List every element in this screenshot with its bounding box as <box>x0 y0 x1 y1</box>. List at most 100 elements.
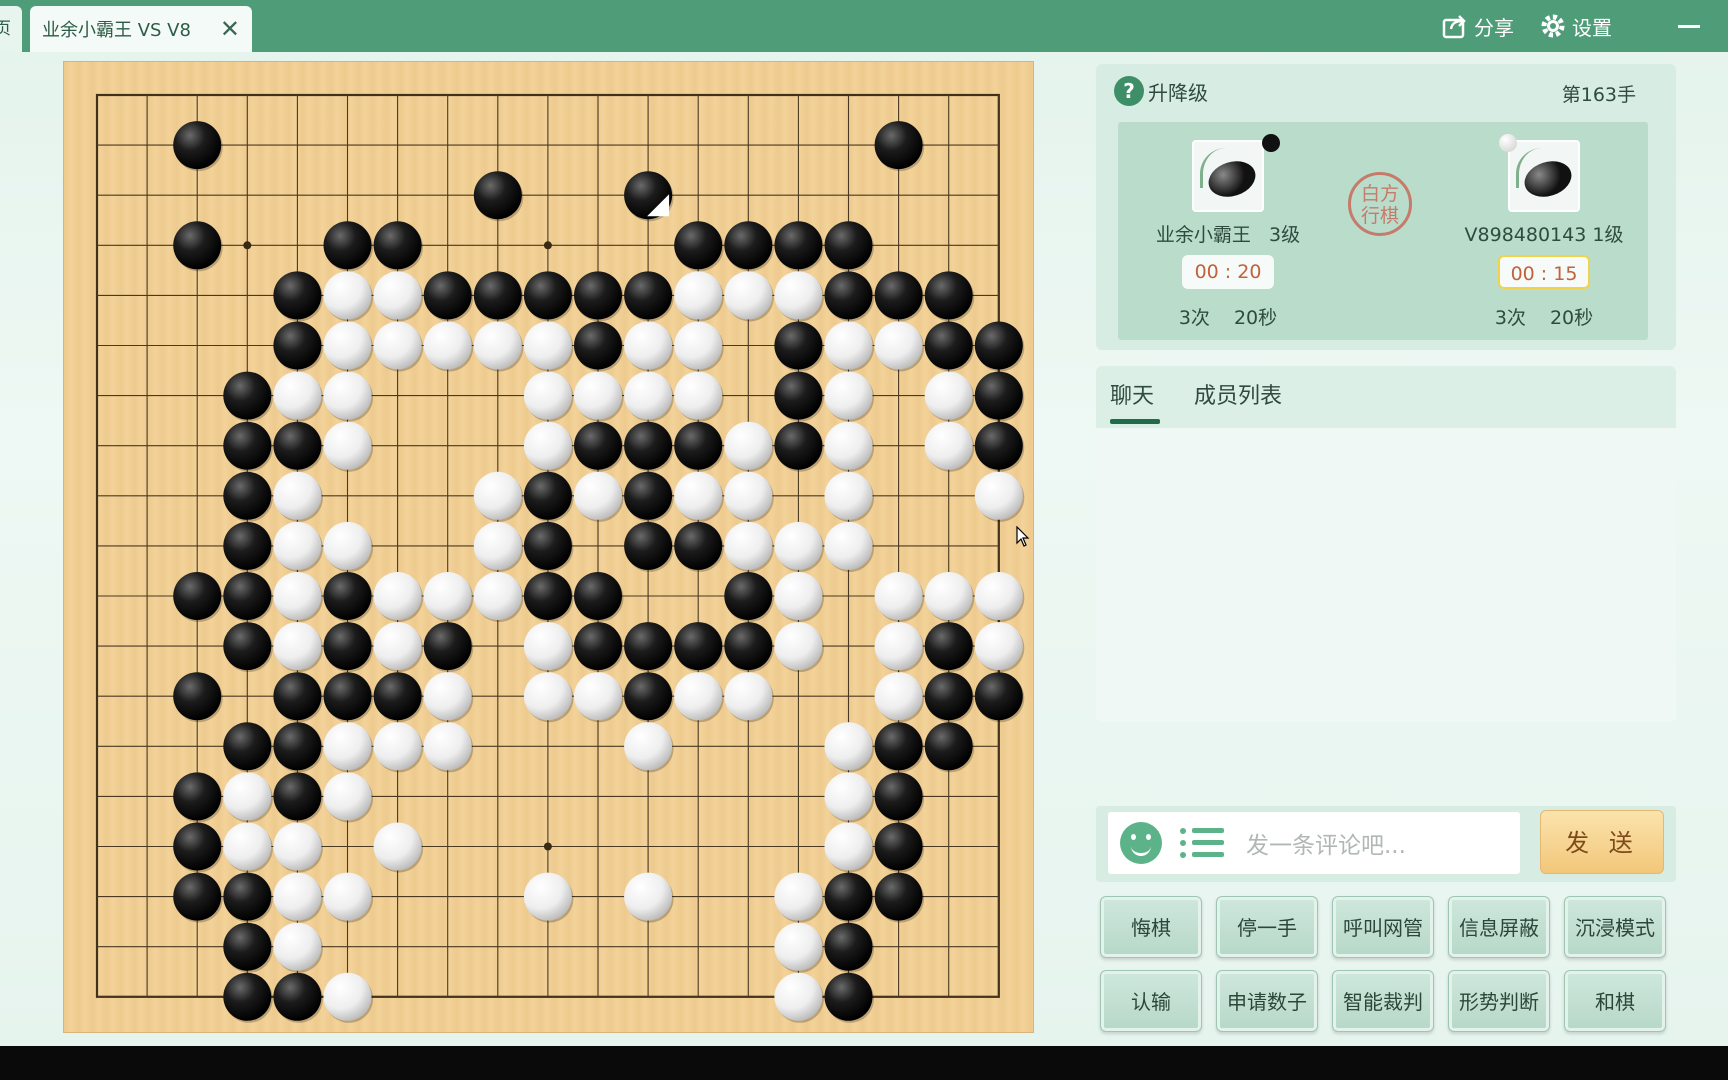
white-stone <box>824 471 873 520</box>
tab-chat[interactable]: 聊天 <box>1110 366 1161 428</box>
black-stone <box>774 321 823 370</box>
close-icon[interactable]: ✕ <box>220 15 240 43</box>
emoji-icon[interactable] <box>1120 822 1162 864</box>
black-stone <box>774 371 823 420</box>
black-stone <box>273 421 322 470</box>
board-grid[interactable] <box>64 62 1033 1032</box>
white-stone <box>674 271 723 320</box>
white-stone <box>924 371 973 420</box>
black-stone-icon <box>1262 134 1280 152</box>
list-icon[interactable] <box>1180 825 1224 861</box>
minimize-button[interactable] <box>1678 24 1700 28</box>
share-icon <box>1442 15 1466 39</box>
black-stone <box>724 221 773 270</box>
black-stone <box>974 672 1023 721</box>
black-stone <box>273 972 322 1021</box>
player-name: V898480143 <box>1464 224 1587 246</box>
level-help[interactable]: ? 升降级 <box>1114 76 1208 106</box>
white-stone <box>523 672 572 721</box>
draw-button[interactable]: 和棋 <box>1564 970 1666 1032</box>
black-stone <box>223 972 272 1021</box>
call-admin-button[interactable]: 呼叫网管 <box>1332 896 1434 958</box>
avatar[interactable] <box>1192 140 1264 212</box>
game-info-panel: ? 升降级 第163手 业余小霸王 3级 00 : 20 3次 20秒 白方 行棋… <box>1096 64 1676 350</box>
white-stone <box>774 572 823 620</box>
black-stone <box>974 371 1023 420</box>
tab-game[interactable]: 业余小霸王 VS V8 ✕ <box>30 6 252 52</box>
white-stone <box>323 772 372 821</box>
white-stone <box>724 672 773 721</box>
settings-button[interactable]: 设置 <box>1540 12 1612 41</box>
black-player: 业余小霸王 3级 00 : 20 3次 20秒 <box>1128 134 1328 330</box>
white-stone <box>273 521 322 570</box>
white-stone <box>523 421 572 470</box>
black-stone <box>674 521 723 570</box>
black-stone <box>223 421 272 470</box>
player-name-line: V898480143 1级 <box>1444 220 1644 247</box>
black-stone <box>223 572 272 620</box>
chat-tabs: 聊天 成员列表 <box>1096 366 1676 428</box>
black-stone <box>874 121 923 170</box>
black-stone <box>523 572 572 620</box>
resign-button[interactable]: 认输 <box>1100 970 1202 1032</box>
white-stone <box>774 922 823 971</box>
ai-judge-button[interactable]: 智能裁判 <box>1332 970 1434 1032</box>
black-stone <box>824 972 873 1021</box>
black-stone <box>674 622 723 671</box>
tab-members[interactable]: 成员列表 <box>1194 366 1282 428</box>
white-stone <box>674 321 723 370</box>
black-stone <box>273 321 322 370</box>
chat-panel: 聊天 成员列表 <box>1096 366 1676 722</box>
black-stone <box>173 822 222 871</box>
black-stone <box>574 321 622 370</box>
black-stone <box>874 271 923 320</box>
white-stone <box>624 722 673 771</box>
black-stone <box>874 772 923 821</box>
request-count-button[interactable]: 申请数子 <box>1216 970 1318 1032</box>
black-stone <box>173 221 222 270</box>
white-stone <box>624 321 673 370</box>
player-rank: 3级 <box>1269 224 1301 246</box>
white-stone <box>523 872 572 921</box>
black-stone <box>624 471 673 520</box>
black-stone <box>423 271 472 320</box>
immersive-mode-button[interactable]: 沉浸模式 <box>1564 896 1666 958</box>
white-stone <box>223 822 272 871</box>
share-button[interactable]: 分享 <box>1442 12 1514 41</box>
block-info-button[interactable]: 信息屏蔽 <box>1448 896 1550 958</box>
black-stone <box>774 421 823 470</box>
position-eval-button[interactable]: 形势判断 <box>1448 970 1550 1032</box>
avatar[interactable] <box>1508 140 1580 212</box>
white-stone <box>774 271 823 320</box>
bottom-bar <box>0 1046 1728 1080</box>
white-stone <box>874 321 923 370</box>
black-stone <box>323 672 372 721</box>
help-icon[interactable]: ? <box>1114 76 1144 106</box>
comment-input[interactable]: 发一条评论吧... <box>1108 812 1520 874</box>
go-board[interactable] <box>64 62 1033 1032</box>
send-button[interactable]: 发 送 <box>1540 810 1664 874</box>
black-stone <box>373 221 422 270</box>
white-stone <box>323 421 372 470</box>
tab-home[interactable]: 页 <box>0 6 22 52</box>
turn-indicator-seal: 白方 行棋 <box>1348 172 1412 236</box>
black-stone <box>523 271 572 320</box>
white-stone <box>423 722 472 771</box>
black-stone <box>974 421 1023 470</box>
white-stone <box>974 572 1023 620</box>
white-stone <box>273 371 322 420</box>
white-stone <box>724 521 773 570</box>
undo-button[interactable]: 悔棋 <box>1100 896 1202 958</box>
black-stone <box>173 772 222 821</box>
black-stone <box>473 271 522 320</box>
black-stone <box>924 672 973 721</box>
white-stone <box>824 321 873 370</box>
white-stone <box>574 471 622 520</box>
black-stone <box>223 471 272 520</box>
white-stone <box>774 622 823 671</box>
white-stone <box>323 371 372 420</box>
chat-messages[interactable] <box>1096 428 1676 722</box>
pass-button[interactable]: 停一手 <box>1216 896 1318 958</box>
white-stone <box>824 371 873 420</box>
black-stone <box>273 772 322 821</box>
